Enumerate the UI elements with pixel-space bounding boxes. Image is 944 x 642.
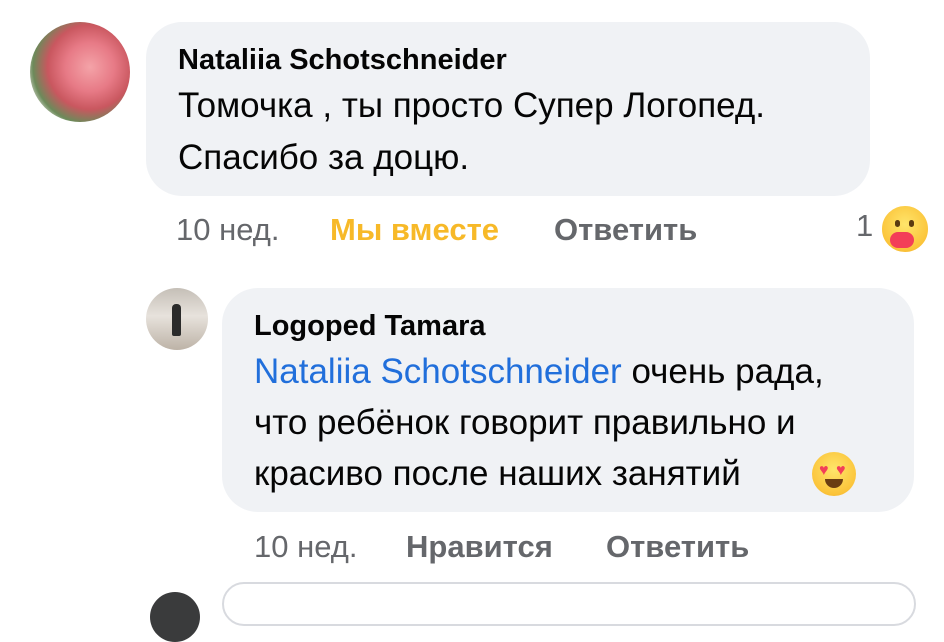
reply-text-line: красиво после наших занятий xyxy=(254,454,741,493)
comment-text: Томочка , ты просто Супер Логопед. Спаси… xyxy=(178,80,858,184)
avatar-logoped-tamara[interactable] xyxy=(146,288,208,350)
reply-text: Nataliia Schotschneider очень рада, что … xyxy=(254,346,894,499)
heart-eye-icon: ♥ xyxy=(819,462,829,479)
heart-icon xyxy=(890,232,914,248)
heart-eyes-emoji-icon: ♥ ♥ xyxy=(812,452,856,496)
reply-author[interactable]: Logoped Tamara xyxy=(254,310,486,343)
care-emoji-icon[interactable] xyxy=(880,204,930,254)
emoji-eye xyxy=(895,220,900,227)
reply-timestamp[interactable]: 10 нед. xyxy=(254,529,357,565)
reaction-count[interactable]: 1 xyxy=(856,208,873,244)
heart-eye-icon: ♥ xyxy=(836,462,846,479)
comment-text-line: Томочка , ты просто Супер Логопед. xyxy=(178,86,766,125)
avatar-nataliia[interactable] xyxy=(30,22,130,122)
reply-text-line: что ребёнок говорит правильно и xyxy=(254,403,796,442)
person-figure xyxy=(172,304,181,336)
like-button[interactable]: Нравится xyxy=(406,529,553,565)
reply-button[interactable]: Ответить xyxy=(554,212,697,248)
emoji-eye xyxy=(909,220,914,227)
reply-button[interactable]: Ответить xyxy=(606,529,749,565)
emoji-mouth xyxy=(825,479,843,488)
mention-link[interactable]: Nataliia Schotschneider xyxy=(254,352,622,391)
comment-author[interactable]: Nataliia Schotschneider xyxy=(178,44,507,77)
reply-text-fragment: очень рада, xyxy=(621,352,824,391)
reply-input[interactable] xyxy=(222,582,916,626)
reply-text-line: Nataliia Schotschneider очень рада, xyxy=(254,346,894,397)
comment-text-line: Спасибо за доцю. xyxy=(178,138,470,177)
reaction-button[interactable]: Мы вместе xyxy=(330,212,499,248)
comment-timestamp[interactable]: 10 нед. xyxy=(176,212,279,248)
